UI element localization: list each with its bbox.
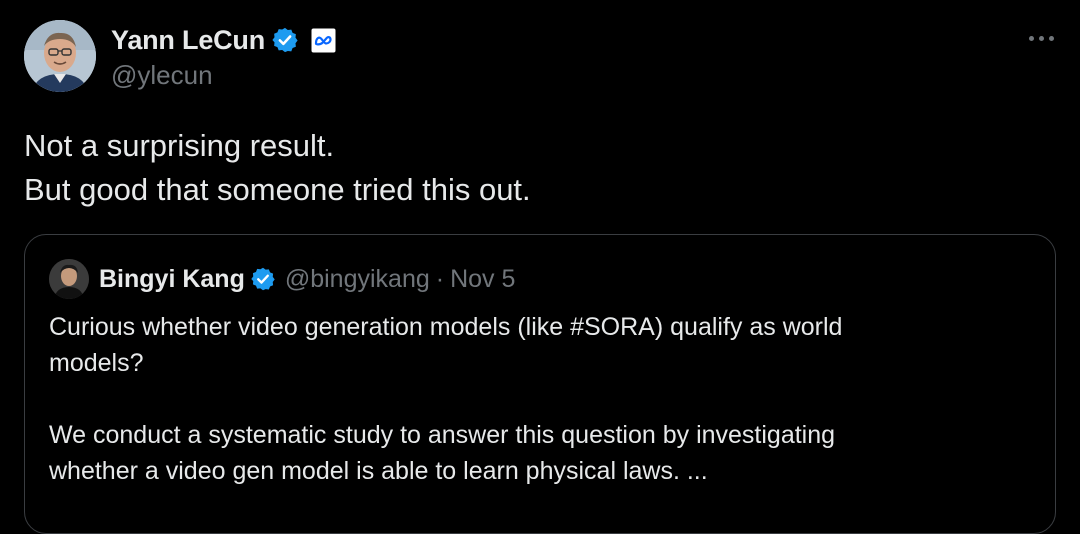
author-avatar-image: [24, 20, 96, 92]
quoted-display-name[interactable]: Bingyi Kang: [99, 265, 245, 294]
quoted-text-line: models?: [49, 349, 144, 377]
quoted-avatar-image: [49, 259, 89, 299]
more-options-icon[interactable]: [1026, 26, 1058, 50]
author-handle[interactable]: @ylecun: [111, 60, 213, 91]
quoted-header: Bingyi Kang @bingyikang · Nov 5: [99, 261, 515, 297]
quoted-date[interactable]: Nov 5: [450, 265, 515, 294]
quoted-text-line: We conduct a systematic study to answer …: [49, 421, 836, 449]
tweet-line: Not a surprising result.: [24, 128, 335, 163]
quoted-text: Curious whether video generation models …: [49, 309, 1039, 489]
author-avatar[interactable]: [24, 20, 96, 92]
quoted-text-line: whether a video gen model is able to lea…: [49, 457, 708, 485]
quoted-handle[interactable]: @bingyikang: [285, 265, 430, 294]
verified-badge-icon: [271, 26, 299, 54]
tweet-text: Not a surprising result. But good that s…: [24, 124, 531, 212]
author-name-row: Yann LeCun: [111, 22, 336, 58]
quoted-text-line: Curious whether video generation models …: [49, 313, 843, 341]
tweet-line: But good that someone tried this out.: [24, 172, 531, 207]
quoted-tweet-card[interactable]: Bingyi Kang @bingyikang · Nov 5 Curious …: [24, 234, 1056, 534]
author-display-name[interactable]: Yann LeCun: [111, 25, 265, 56]
verified-badge-icon: [250, 266, 276, 292]
meta-icon[interactable]: [311, 28, 336, 53]
separator-dot: ·: [435, 264, 445, 293]
quoted-author-avatar[interactable]: [49, 259, 89, 299]
